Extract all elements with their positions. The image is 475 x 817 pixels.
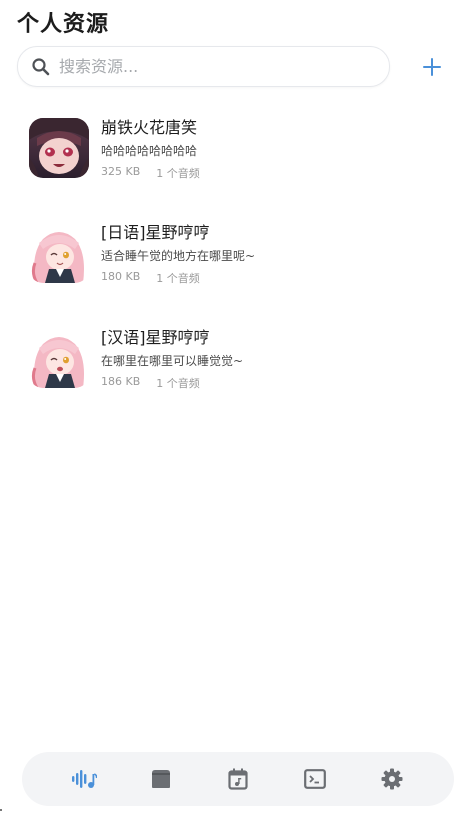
resource-audio-count: 1 个音频 [156,167,200,180]
nav-item-terminal[interactable] [300,764,330,794]
edge-dot [0,809,2,811]
resource-size: 325 KB [101,165,141,178]
search-bar[interactable] [17,46,390,87]
bottom-navigation [22,752,454,806]
nav-item-calendar[interactable] [223,764,253,794]
nav-item-wardrobe[interactable] [146,764,176,794]
resource-audio-count: 1 个音频 [156,272,200,285]
gear-icon [381,768,403,790]
resource-item[interactable]: [日语]星野哼哼 适合睡午觉的地方在哪里呢~ 180 KB 1 个音频 [0,213,475,318]
resource-description: 适合睡午觉的地方在哪里呢~ [101,249,256,263]
terminal-icon [303,769,326,789]
resource-name: [日语]星野哼哼 [101,223,210,242]
resource-name: [汉语]星野哼哼 [101,328,210,347]
audio-wave-icon [72,770,98,788]
resource-item[interactable]: [汉语]星野哼哼 在哪里在哪里可以睡觉觉~ 186 KB 1 个音频 [0,318,475,423]
resource-audio-count: 1 个音频 [156,377,200,390]
resource-list: 崩铁火花唐笑 哈哈哈哈哈哈哈哈 325 KB 1 个音频 [日语]星野哼哼 适合… [0,108,475,423]
plus-icon [423,58,441,76]
add-resource-button[interactable] [420,55,444,79]
resource-meta: 186 KB 1 个音频 [101,375,200,391]
nav-item-audio[interactable] [69,764,99,794]
shirt-icon [152,770,171,788]
search-input[interactable] [59,57,359,76]
calendar-music-icon [228,768,248,790]
search-icon [31,57,51,77]
resource-size: 180 KB [101,270,141,283]
resource-description: 在哪里在哪里可以睡觉觉~ [101,354,244,368]
resource-size: 186 KB [101,375,141,388]
resource-thumbnail [29,223,89,283]
resource-thumbnail [29,328,89,388]
nav-item-settings[interactable] [377,764,407,794]
resource-meta: 325 KB 1 个音频 [101,165,200,181]
personal-resources-page: 个人资源 搜索资源... 崩铁火花唐笑 哈哈哈哈哈哈哈哈 325 KB 1 个音… [0,0,475,817]
page-title: 个人资源 [17,12,110,37]
resource-description: 哈哈哈哈哈哈哈哈 [101,144,198,158]
resource-thumbnail [29,118,89,178]
resource-name: 崩铁火花唐笑 [101,118,198,137]
resource-item[interactable]: 崩铁火花唐笑 哈哈哈哈哈哈哈哈 325 KB 1 个音频 [0,108,475,213]
resource-meta: 180 KB 1 个音频 [101,270,200,286]
